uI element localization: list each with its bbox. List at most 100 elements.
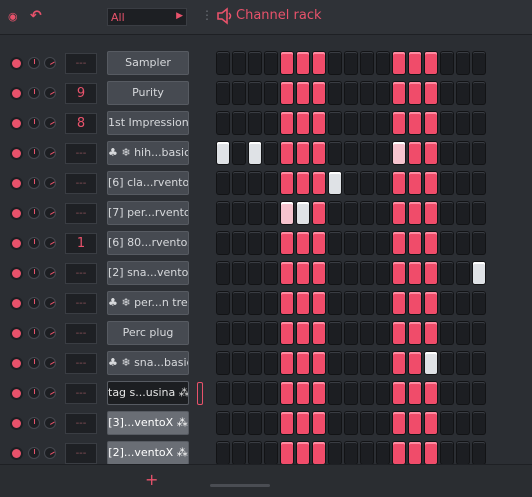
channel-name-button[interactable]: [7] per...rventoX bbox=[107, 201, 189, 225]
step-button[interactable] bbox=[473, 322, 485, 344]
step-button[interactable] bbox=[361, 202, 373, 224]
step-button[interactable] bbox=[265, 412, 277, 434]
step-button[interactable] bbox=[441, 382, 453, 404]
step-button[interactable] bbox=[233, 202, 245, 224]
channel-filter-select[interactable]: All ▶ bbox=[107, 8, 187, 26]
step-button[interactable] bbox=[297, 412, 309, 434]
step-button[interactable] bbox=[329, 292, 341, 314]
step-button[interactable] bbox=[329, 412, 341, 434]
channel-select-indicator[interactable] bbox=[197, 382, 203, 405]
step-button[interactable] bbox=[313, 52, 325, 74]
step-button[interactable] bbox=[233, 262, 245, 284]
pan-knob[interactable] bbox=[28, 387, 40, 399]
channel-name-button[interactable]: 1st Impression bbox=[107, 111, 189, 135]
mute-led-button[interactable] bbox=[12, 179, 21, 188]
step-button[interactable] bbox=[441, 412, 453, 434]
step-button[interactable] bbox=[281, 112, 293, 134]
step-button[interactable] bbox=[265, 202, 277, 224]
speaker-icon[interactable] bbox=[216, 6, 234, 26]
volume-knob[interactable] bbox=[44, 207, 56, 219]
mixer-track-selector[interactable]: --- bbox=[65, 413, 97, 434]
step-button[interactable] bbox=[409, 292, 421, 314]
step-button[interactable] bbox=[217, 412, 229, 434]
pan-knob[interactable] bbox=[28, 177, 40, 189]
step-button[interactable] bbox=[425, 262, 437, 284]
step-button[interactable] bbox=[313, 142, 325, 164]
step-button[interactable] bbox=[473, 172, 485, 194]
step-button[interactable] bbox=[457, 112, 469, 134]
step-button[interactable] bbox=[345, 292, 357, 314]
step-button[interactable] bbox=[409, 82, 421, 104]
mute-led-button[interactable] bbox=[12, 59, 21, 68]
step-button[interactable] bbox=[297, 352, 309, 374]
step-button[interactable] bbox=[361, 382, 373, 404]
step-button[interactable] bbox=[361, 52, 373, 74]
step-button[interactable] bbox=[377, 352, 389, 374]
step-button[interactable] bbox=[425, 202, 437, 224]
step-button[interactable] bbox=[473, 412, 485, 434]
step-button[interactable] bbox=[233, 442, 245, 464]
step-button[interactable] bbox=[457, 232, 469, 254]
pan-knob[interactable] bbox=[28, 57, 40, 69]
step-button[interactable] bbox=[345, 232, 357, 254]
mute-led-button[interactable] bbox=[12, 239, 21, 248]
mute-led-button[interactable] bbox=[12, 209, 21, 218]
step-button[interactable] bbox=[297, 82, 309, 104]
step-button[interactable] bbox=[409, 322, 421, 344]
pan-knob[interactable] bbox=[28, 417, 40, 429]
step-button[interactable] bbox=[329, 322, 341, 344]
step-button[interactable] bbox=[425, 292, 437, 314]
step-button[interactable] bbox=[409, 412, 421, 434]
step-button[interactable] bbox=[329, 202, 341, 224]
step-button[interactable] bbox=[377, 262, 389, 284]
step-button[interactable] bbox=[393, 382, 405, 404]
step-button[interactable] bbox=[457, 322, 469, 344]
step-button[interactable] bbox=[377, 442, 389, 464]
step-button[interactable] bbox=[329, 442, 341, 464]
step-button[interactable] bbox=[393, 262, 405, 284]
step-button[interactable] bbox=[233, 382, 245, 404]
mixer-track-selector[interactable]: --- bbox=[65, 203, 97, 224]
pan-knob[interactable] bbox=[28, 87, 40, 99]
channel-name-button[interactable]: ♣ ❄ hih...basic bbox=[107, 141, 189, 165]
pan-knob[interactable] bbox=[28, 207, 40, 219]
step-button[interactable] bbox=[473, 202, 485, 224]
step-button[interactable] bbox=[377, 52, 389, 74]
step-button[interactable] bbox=[457, 202, 469, 224]
step-button[interactable] bbox=[393, 292, 405, 314]
step-button[interactable] bbox=[393, 412, 405, 434]
step-button[interactable] bbox=[345, 352, 357, 374]
horizontal-scrollbar[interactable] bbox=[210, 484, 270, 487]
step-button[interactable] bbox=[249, 442, 261, 464]
step-button[interactable] bbox=[345, 52, 357, 74]
step-button[interactable] bbox=[393, 442, 405, 464]
step-button[interactable] bbox=[393, 82, 405, 104]
step-button[interactable] bbox=[233, 232, 245, 254]
step-button[interactable] bbox=[217, 322, 229, 344]
step-button[interactable] bbox=[281, 262, 293, 284]
step-button[interactable] bbox=[281, 382, 293, 404]
step-button[interactable] bbox=[393, 232, 405, 254]
step-button[interactable] bbox=[377, 202, 389, 224]
step-button[interactable] bbox=[393, 352, 405, 374]
volume-knob[interactable] bbox=[44, 297, 56, 309]
step-button[interactable] bbox=[313, 442, 325, 464]
step-button[interactable] bbox=[281, 142, 293, 164]
step-button[interactable] bbox=[361, 352, 373, 374]
step-button[interactable] bbox=[313, 112, 325, 134]
step-button[interactable] bbox=[473, 262, 485, 284]
step-button[interactable] bbox=[425, 142, 437, 164]
step-button[interactable] bbox=[473, 142, 485, 164]
volume-knob[interactable] bbox=[44, 387, 56, 399]
step-button[interactable] bbox=[233, 322, 245, 344]
mute-led-button[interactable] bbox=[12, 269, 21, 278]
step-button[interactable] bbox=[281, 52, 293, 74]
step-button[interactable] bbox=[441, 262, 453, 284]
step-button[interactable] bbox=[393, 52, 405, 74]
pan-knob[interactable] bbox=[28, 117, 40, 129]
mixer-track-selector[interactable]: --- bbox=[65, 173, 97, 194]
volume-knob[interactable] bbox=[44, 357, 56, 369]
channel-name-button[interactable]: Purity bbox=[107, 81, 189, 105]
step-button[interactable] bbox=[441, 442, 453, 464]
mixer-track-selector[interactable]: --- bbox=[65, 383, 97, 404]
